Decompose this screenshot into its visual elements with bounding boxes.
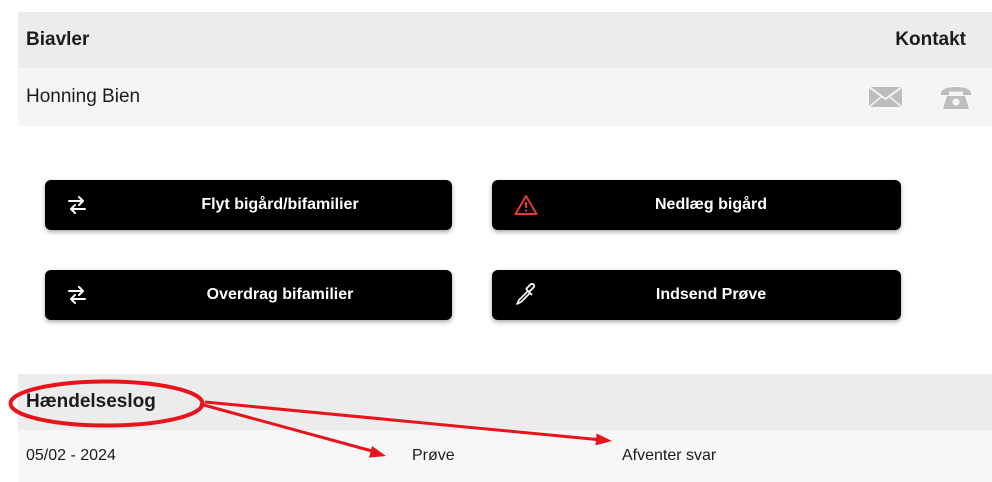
phone-icon[interactable] [940, 84, 972, 110]
beekeeper-row: Honning Bien [18, 68, 992, 126]
event-log-header: Hændelseslog [18, 374, 992, 430]
beekeeper-table-header: Biavler Kontakt [18, 12, 992, 68]
swap-arrows-icon [67, 286, 87, 304]
event-status: Afventer svar [622, 447, 717, 464]
event-type: Prøve [412, 447, 455, 464]
move-apiary-button[interactable]: Flyt bigård/bifamilier [45, 180, 452, 230]
event-log-row: 05/02 - 2024 Prøve Afventer svar [18, 430, 992, 482]
beekeeper-column-header: Biavler [26, 29, 90, 50]
envelope-icon[interactable] [868, 85, 903, 109]
event-date: 05/02 - 2024 [26, 447, 116, 464]
move-apiary-label: Flyt bigård/bifamilier [201, 196, 359, 213]
close-apiary-label: Nedlæg bigård [654, 196, 767, 213]
close-apiary-button[interactable]: Nedlæg bigård [492, 180, 901, 230]
swap-arrows-icon [67, 196, 87, 214]
submit-sample-label: Indsend Prøve [655, 286, 767, 303]
beekeeper-name: Honning Bien [26, 86, 141, 107]
transfer-colonies-label: Overdrag bifamilier [206, 286, 354, 303]
transfer-colonies-button[interactable]: Overdrag bifamilier [45, 270, 452, 320]
screen: Biavler Kontakt Honning Bien Flyt bigård… [0, 0, 992, 482]
submit-sample-button[interactable]: Indsend Prøve [492, 270, 901, 320]
event-log-title: Hændelseslog [26, 391, 156, 412]
contact-column-header: Kontakt [895, 29, 966, 50]
